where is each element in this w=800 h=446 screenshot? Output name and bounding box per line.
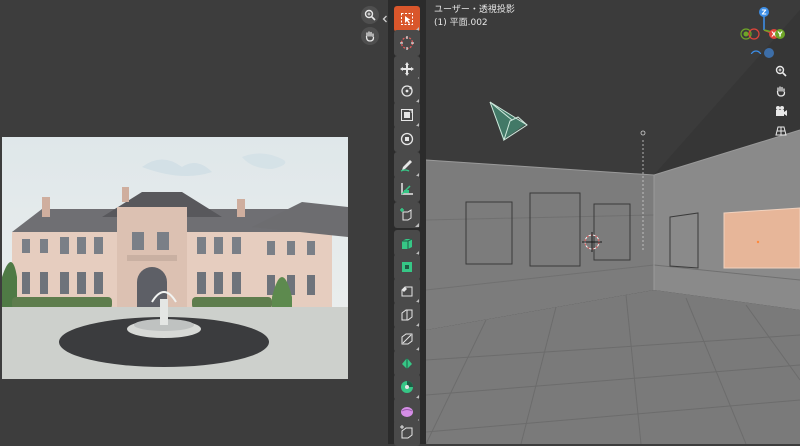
z-axis-label: Z	[761, 9, 766, 17]
extrude-region-tool[interactable]	[394, 230, 420, 256]
transform-tool[interactable]	[394, 126, 420, 152]
scale-icon	[401, 109, 413, 121]
annotate-tool[interactable]	[394, 152, 420, 178]
measure-ruler-icon	[401, 183, 413, 195]
rotate-tool[interactable]	[394, 78, 420, 104]
bevel-tool[interactable]	[394, 278, 420, 304]
inset-faces-tool[interactable]	[394, 254, 420, 280]
move-arrows-icon	[400, 62, 414, 76]
viewport-header: ユーザー・透視投影 (1) 平面.002	[434, 4, 515, 30]
room-scene	[426, 0, 800, 444]
tool-shelf	[388, 0, 426, 446]
rotate-icon	[401, 85, 413, 97]
mansion-sketch-image	[2, 137, 348, 379]
select-box-tool[interactable]	[394, 6, 420, 32]
inset-faces-icon	[402, 262, 412, 272]
zoom-icon[interactable]	[361, 6, 379, 24]
knife-icon	[401, 333, 413, 345]
extrude-icon	[402, 238, 413, 249]
knife-tool[interactable]	[394, 326, 420, 352]
poly-build-tool[interactable]	[394, 350, 420, 376]
pan-view-icon[interactable]	[772, 82, 790, 100]
add-cube-icon	[400, 208, 412, 221]
3d-cursor-icon	[400, 36, 414, 50]
hand-icon[interactable]	[361, 27, 379, 45]
scale-tool[interactable]	[394, 102, 420, 128]
measure-tool[interactable]	[394, 176, 420, 202]
reference-image	[2, 137, 348, 379]
loop-cut-icon	[401, 309, 413, 321]
cursor-tool[interactable]	[394, 30, 420, 56]
view-name: ユーザー・透視投影	[434, 5, 515, 15]
navigation-gizmo[interactable]: Z X Y	[740, 6, 788, 62]
camera-view-icon[interactable]	[772, 102, 790, 120]
active-object-name: (1) 平面.002	[434, 18, 488, 28]
pencil-icon	[400, 160, 412, 172]
y-axis-label: Y	[776, 31, 783, 39]
poly-build-icon	[402, 358, 412, 369]
zoom-view-icon[interactable]	[772, 62, 790, 80]
transform-icon	[400, 132, 414, 146]
shear-icon	[400, 425, 413, 439]
smooth-sphere-icon	[401, 407, 413, 417]
add-cube-tool[interactable]	[394, 202, 420, 228]
spin-icon	[401, 381, 413, 393]
cursor-arrow-icon	[401, 13, 413, 25]
spin-tool[interactable]	[394, 374, 420, 400]
bevel-icon	[401, 286, 413, 297]
3d-viewport[interactable]: ユーザー・透視投影 (1) 平面.002 Z X Y	[426, 0, 800, 444]
loop-cut-tool[interactable]	[394, 302, 420, 328]
shear-tool[interactable]	[394, 420, 420, 446]
perspective-toggle-icon[interactable]	[772, 122, 790, 140]
image-editor	[0, 0, 386, 444]
neg-z-axis-handle[interactable]	[764, 48, 774, 58]
